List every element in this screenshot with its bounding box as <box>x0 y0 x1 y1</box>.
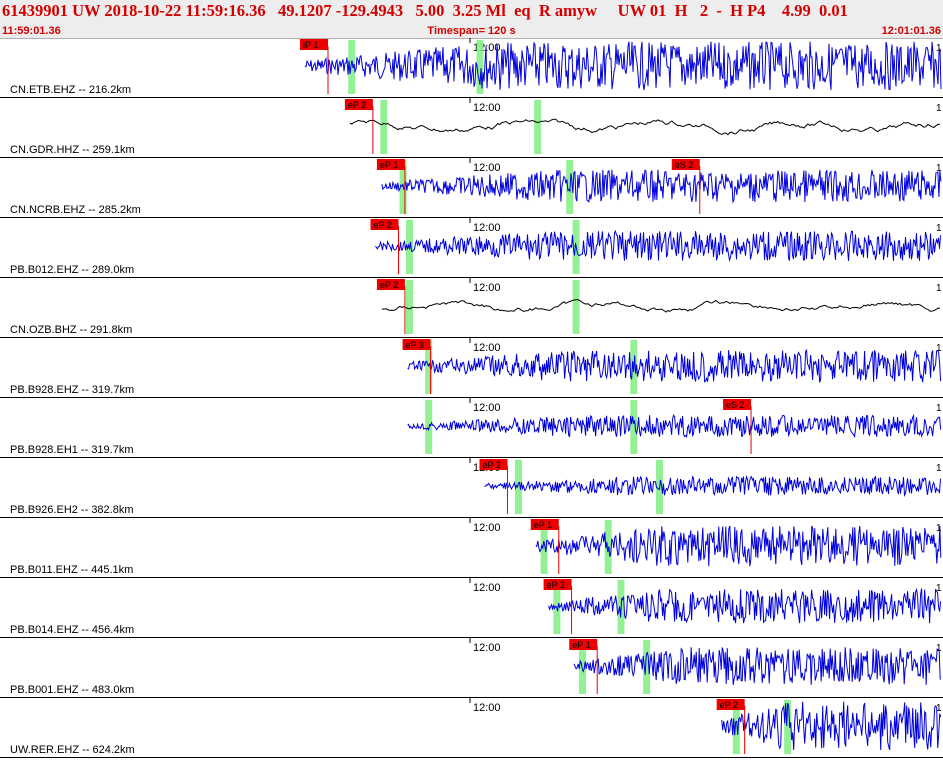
pick-label: eP 2 <box>348 100 366 110</box>
trace-end-marker: 1 <box>936 343 942 354</box>
station-label: CN.NCRB.EHZ -- 285.2km <box>10 204 141 216</box>
pick-label: eP 2 <box>482 460 500 470</box>
pick-label: eP 2 <box>380 280 398 290</box>
waveform <box>535 525 942 567</box>
waveform <box>484 475 941 498</box>
minute-label: 12:00 <box>473 162 501 174</box>
waveform <box>381 299 940 313</box>
pick-label: eP 2 <box>374 220 392 230</box>
seismogram-canvas[interactable]: 12:00 iP 1 CN.ETB.EHZ -- 216.2km 1 12:00 eP 2… <box>0 38 943 760</box>
event-summary: 61439901 UW 2018-10-22 11:59:16.36 49.12… <box>2 1 848 20</box>
pick-label: eS 2 <box>726 400 745 410</box>
minute-label: 12:00 <box>473 642 501 654</box>
station-label: UW.RER.EHZ -- 624.2km <box>10 744 135 756</box>
end-time: 12:01:01.36 <box>881 25 941 37</box>
pick-label: eP 3 <box>406 340 424 350</box>
trace-end-marker: 1 <box>936 163 942 174</box>
waveform <box>375 229 941 263</box>
waveform <box>573 647 941 685</box>
waveform <box>548 587 942 624</box>
minute-label: 12:00 <box>473 582 501 594</box>
station-label: PB.B928.EH1 -- 319.7km <box>10 444 134 456</box>
trace-end-marker: 1 <box>936 283 942 294</box>
waveform <box>407 413 942 439</box>
window-marker <box>380 100 388 154</box>
minute-label: 12:00 <box>473 342 501 354</box>
minute-label: 12:00 <box>473 282 501 294</box>
trace-end-marker: 1 <box>936 703 942 714</box>
station-label: PB.B926.EH2 -- 382.8km <box>10 504 134 516</box>
station-label: CN.OZB.BHZ -- 291.8km <box>10 324 132 336</box>
window-marker <box>572 280 580 334</box>
window-marker <box>630 400 638 454</box>
pick-label: eP 1 <box>380 160 398 170</box>
waveform <box>381 169 942 204</box>
waveform <box>349 118 940 136</box>
waveform <box>721 701 942 751</box>
minute-label: 12:00 <box>473 402 501 414</box>
station-label: PB.B014.EHZ -- 456.4km <box>10 624 134 636</box>
trace-end-marker: 1 <box>936 583 942 594</box>
waveform <box>304 41 942 91</box>
window-marker <box>534 100 542 154</box>
pick-label: eP 2 <box>547 580 565 590</box>
trace-end-marker: 1 <box>936 523 942 534</box>
waveform <box>407 348 942 384</box>
station-label: CN.GDR.HHZ -- 259.1km <box>10 144 135 156</box>
minute-label: 12:00 <box>473 522 501 534</box>
pick-label: eP 2 <box>720 700 738 710</box>
minute-label: 12:00 <box>473 222 501 234</box>
event-header: 61439901 UW 2018-10-22 11:59:16.36 49.12… <box>0 0 943 39</box>
pick-label: eP 1 <box>572 640 590 650</box>
pick-label: eP 1 <box>534 520 552 530</box>
minute-label: 12:00 <box>473 102 501 114</box>
trace-end-marker: 1 <box>936 43 942 54</box>
trace-end-marker: 1 <box>936 403 942 414</box>
trace-end-marker: 1 <box>936 103 942 114</box>
trace-end-marker: 1 <box>936 643 942 654</box>
minute-label: 12:00 <box>473 702 501 714</box>
seismogram-panel[interactable]: 12:00 iP 1 CN.ETB.EHZ -- 216.2km 1 12:00 eP 2… <box>0 38 943 760</box>
station-label: CN.ETB.EHZ -- 216.2km <box>10 84 131 96</box>
station-label: PB.B012.EHZ -- 289.0km <box>10 264 134 276</box>
trace-end-marker: 1 <box>936 223 942 234</box>
pick-label: iP 1 <box>303 40 318 50</box>
station-label: PB.B928.EHZ -- 319.7km <box>10 384 134 396</box>
station-label: PB.B001.EHZ -- 483.0km <box>10 684 134 696</box>
timespan: Timespan= 120 s <box>427 25 516 37</box>
trace-end-marker: 1 <box>936 463 942 474</box>
pick-label: eS 2 <box>675 160 694 170</box>
station-label: PB.B011.EHZ -- 445.1km <box>10 564 133 576</box>
